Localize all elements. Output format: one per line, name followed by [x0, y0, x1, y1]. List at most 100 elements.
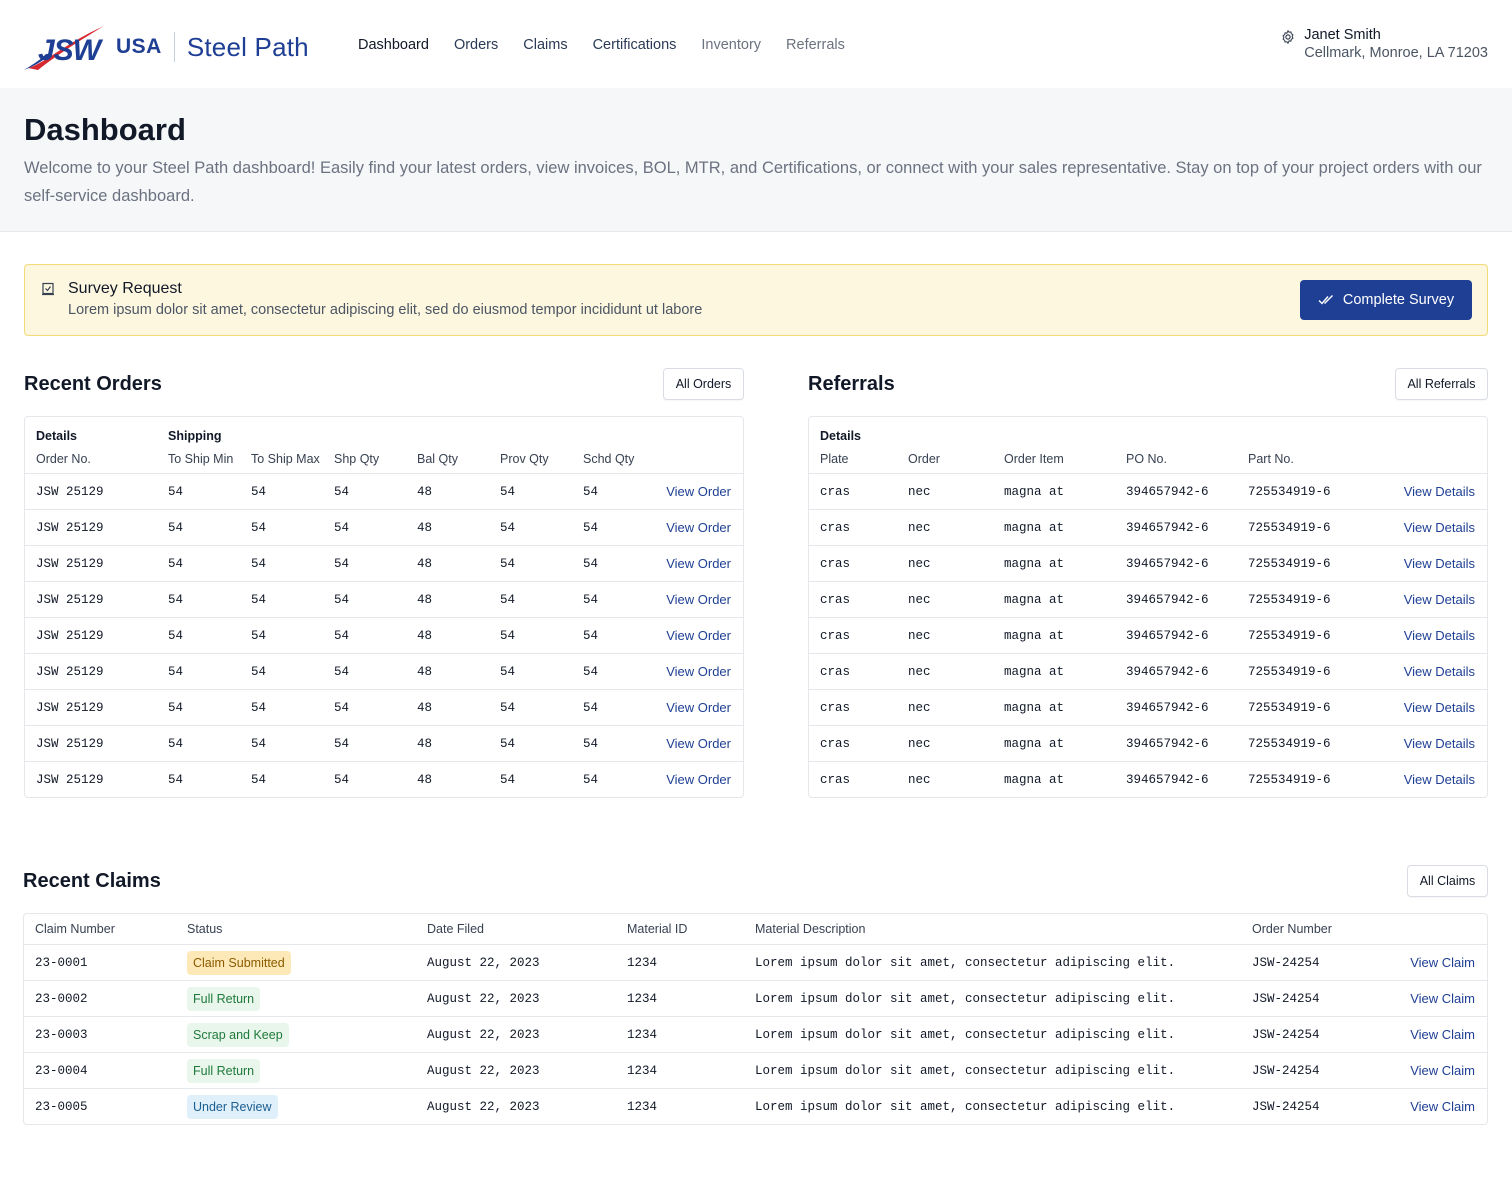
view-claim-link[interactable]: View Claim	[1410, 955, 1475, 970]
view-order-link[interactable]: View Order	[666, 484, 731, 499]
claims-col-number[interactable]: Claim Number	[35, 922, 115, 936]
jsw-logo[interactable]: JSW USA Steel Path	[24, 24, 309, 70]
view-order-link[interactable]: View Order	[666, 736, 731, 751]
view-details-link[interactable]: View Details	[1404, 592, 1475, 607]
referrals-cell-plate: cras	[820, 737, 851, 751]
orders-group-details: Details	[36, 429, 77, 443]
nav-inventory[interactable]: Inventory	[701, 37, 761, 53]
view-order-link[interactable]: View Order	[666, 664, 731, 679]
orders-col-to-ship-min[interactable]: To Ship Min	[168, 452, 233, 466]
referrals-col-order-item[interactable]: Order Item	[1004, 452, 1064, 466]
main-nav: Dashboard Orders Claims Certifications I…	[358, 37, 870, 53]
complete-survey-button[interactable]: Complete Survey	[1300, 280, 1472, 320]
table-row: cras nec magna at 394657942-6 725534919-6 Vie…	[809, 690, 1487, 726]
referrals-cell-po-no: 394657942-6	[1126, 557, 1209, 571]
referrals-col-plate[interactable]: Plate	[820, 452, 849, 466]
view-order-link[interactable]: View Order	[666, 628, 731, 643]
view-details-link[interactable]: View Details	[1404, 556, 1475, 571]
orders-cell-shp-qty: 54	[334, 737, 350, 751]
claim-number: 23-0005	[35, 1100, 88, 1114]
orders-cell-schd-qty: 54	[583, 593, 599, 607]
gear-icon[interactable]	[1280, 29, 1296, 45]
view-details-link[interactable]: View Details	[1404, 484, 1475, 499]
view-order-link[interactable]: View Order	[666, 520, 731, 535]
survey-request-banner: Survey Request Lorem ipsum dolor sit ame…	[24, 264, 1488, 336]
referrals-cell-part-no: 725534919-6	[1248, 557, 1331, 571]
referrals-cell-po-no: 394657942-6	[1126, 737, 1209, 751]
table-row: 23-0005 Under Review August 22, 2023 1234 Lo…	[24, 1089, 1487, 1124]
status-badge: Claim Submitted	[187, 951, 291, 975]
table-row: JSW 25129 54 54 54 48 54 54 View Order	[25, 654, 743, 690]
table-row: JSW 25129 54 54 54 48 54 54 View Order	[25, 726, 743, 762]
view-details-link[interactable]: View Details	[1404, 772, 1475, 787]
referrals-table: Details Plate Order Order Item PO No. Pa…	[808, 416, 1488, 798]
view-details-link[interactable]: View Details	[1404, 664, 1475, 679]
referrals-cell-plate: cras	[820, 557, 851, 571]
all-referrals-button[interactable]: All Referrals	[1395, 368, 1488, 400]
nav-referrals[interactable]: Referrals	[786, 37, 845, 53]
orders-cell-shp-qty: 54	[334, 485, 350, 499]
referrals-col-po-no[interactable]: PO No.	[1126, 452, 1167, 466]
orders-cell-prov-qty: 54	[500, 485, 516, 499]
orders-cell-order-no: JSW 25129	[36, 557, 104, 571]
view-order-link[interactable]: View Order	[666, 772, 731, 787]
orders-col-order-no[interactable]: Order No.	[36, 452, 91, 466]
nav-certifications[interactable]: Certifications	[593, 37, 677, 53]
referrals-col-order[interactable]: Order	[908, 452, 940, 466]
referrals-table-body: cras nec magna at 394657942-6 725534919-6 Vie…	[809, 474, 1487, 797]
all-orders-button[interactable]: All Orders	[663, 368, 744, 400]
recent-orders-table: Details Shipping Order No. To Ship Min T…	[24, 416, 744, 798]
claim-date-filed: August 22, 2023	[427, 1100, 540, 1114]
orders-cell-shp-qty: 54	[334, 593, 350, 607]
orders-col-shp-qty[interactable]: Shp Qty	[334, 452, 379, 466]
survey-title: Survey Request	[68, 280, 182, 297]
orders-col-prov-qty[interactable]: Prov Qty	[500, 452, 549, 466]
referrals-cell-order: nec	[908, 485, 931, 499]
claim-material-id: 1234	[627, 992, 658, 1006]
claims-col-material-id[interactable]: Material ID	[627, 922, 687, 936]
table-row: JSW 25129 54 54 54 48 54 54 View Order	[25, 618, 743, 654]
view-claim-link[interactable]: View Claim	[1410, 1099, 1475, 1114]
orders-cell-prov-qty: 54	[500, 557, 516, 571]
user-account-menu[interactable]: Janet Smith Cellmark, Monroe, LA 71203	[1280, 27, 1488, 62]
claims-col-description[interactable]: Material Description	[755, 922, 865, 936]
orders-group-shipping: Shipping	[168, 429, 222, 443]
referrals-cell-order: nec	[908, 737, 931, 751]
survey-icon	[42, 282, 54, 296]
orders-cell-bal-qty: 48	[417, 773, 433, 787]
table-row: cras nec magna at 394657942-6 725534919-6 Vie…	[809, 510, 1487, 546]
view-details-link[interactable]: View Details	[1404, 520, 1475, 535]
table-row: 23-0004 Full Return August 22, 2023 1234 Lor…	[24, 1053, 1487, 1089]
claims-table-header: Claim Number Status Date Filed Material …	[24, 914, 1487, 945]
view-order-link[interactable]: View Order	[666, 700, 731, 715]
referrals-cell-po-no: 394657942-6	[1126, 521, 1209, 535]
view-details-link[interactable]: View Details	[1404, 700, 1475, 715]
referrals-col-part-no[interactable]: Part No.	[1248, 452, 1294, 466]
orders-col-bal-qty[interactable]: Bal Qty	[417, 452, 458, 466]
view-details-link[interactable]: View Details	[1404, 736, 1475, 751]
nav-dashboard[interactable]: Dashboard	[358, 37, 429, 53]
view-order-link[interactable]: View Order	[666, 592, 731, 607]
orders-cell-schd-qty: 54	[583, 557, 599, 571]
view-claim-link[interactable]: View Claim	[1410, 991, 1475, 1006]
claims-col-date[interactable]: Date Filed	[427, 922, 484, 936]
nav-claims[interactable]: Claims	[523, 37, 567, 53]
claims-col-order-number[interactable]: Order Number	[1252, 922, 1332, 936]
logo-region-text: USA	[116, 35, 162, 58]
orders-cell-schd-qty: 54	[583, 521, 599, 535]
orders-cell-schd-qty: 54	[583, 737, 599, 751]
claim-order-number: JSW-24254	[1252, 1028, 1320, 1042]
orders-col-schd-qty[interactable]: Schd Qty	[583, 452, 634, 466]
top-navigation-bar: JSW USA Steel Path Dashboard Orders Clai…	[0, 0, 1512, 88]
referrals-cell-order-item: magna at	[1004, 737, 1065, 751]
view-claim-link[interactable]: View Claim	[1410, 1063, 1475, 1078]
view-claim-link[interactable]: View Claim	[1410, 1027, 1475, 1042]
nav-orders[interactable]: Orders	[454, 37, 498, 53]
view-details-link[interactable]: View Details	[1404, 628, 1475, 643]
orders-col-to-ship-max[interactable]: To Ship Max	[251, 452, 320, 466]
view-order-link[interactable]: View Order	[666, 556, 731, 571]
all-claims-button[interactable]: All Claims	[1407, 865, 1488, 897]
orders-cell-to-ship-max: 54	[251, 773, 267, 787]
claims-col-status[interactable]: Status	[187, 922, 222, 936]
table-row: cras nec magna at 394657942-6 725534919-6 Vie…	[809, 474, 1487, 510]
